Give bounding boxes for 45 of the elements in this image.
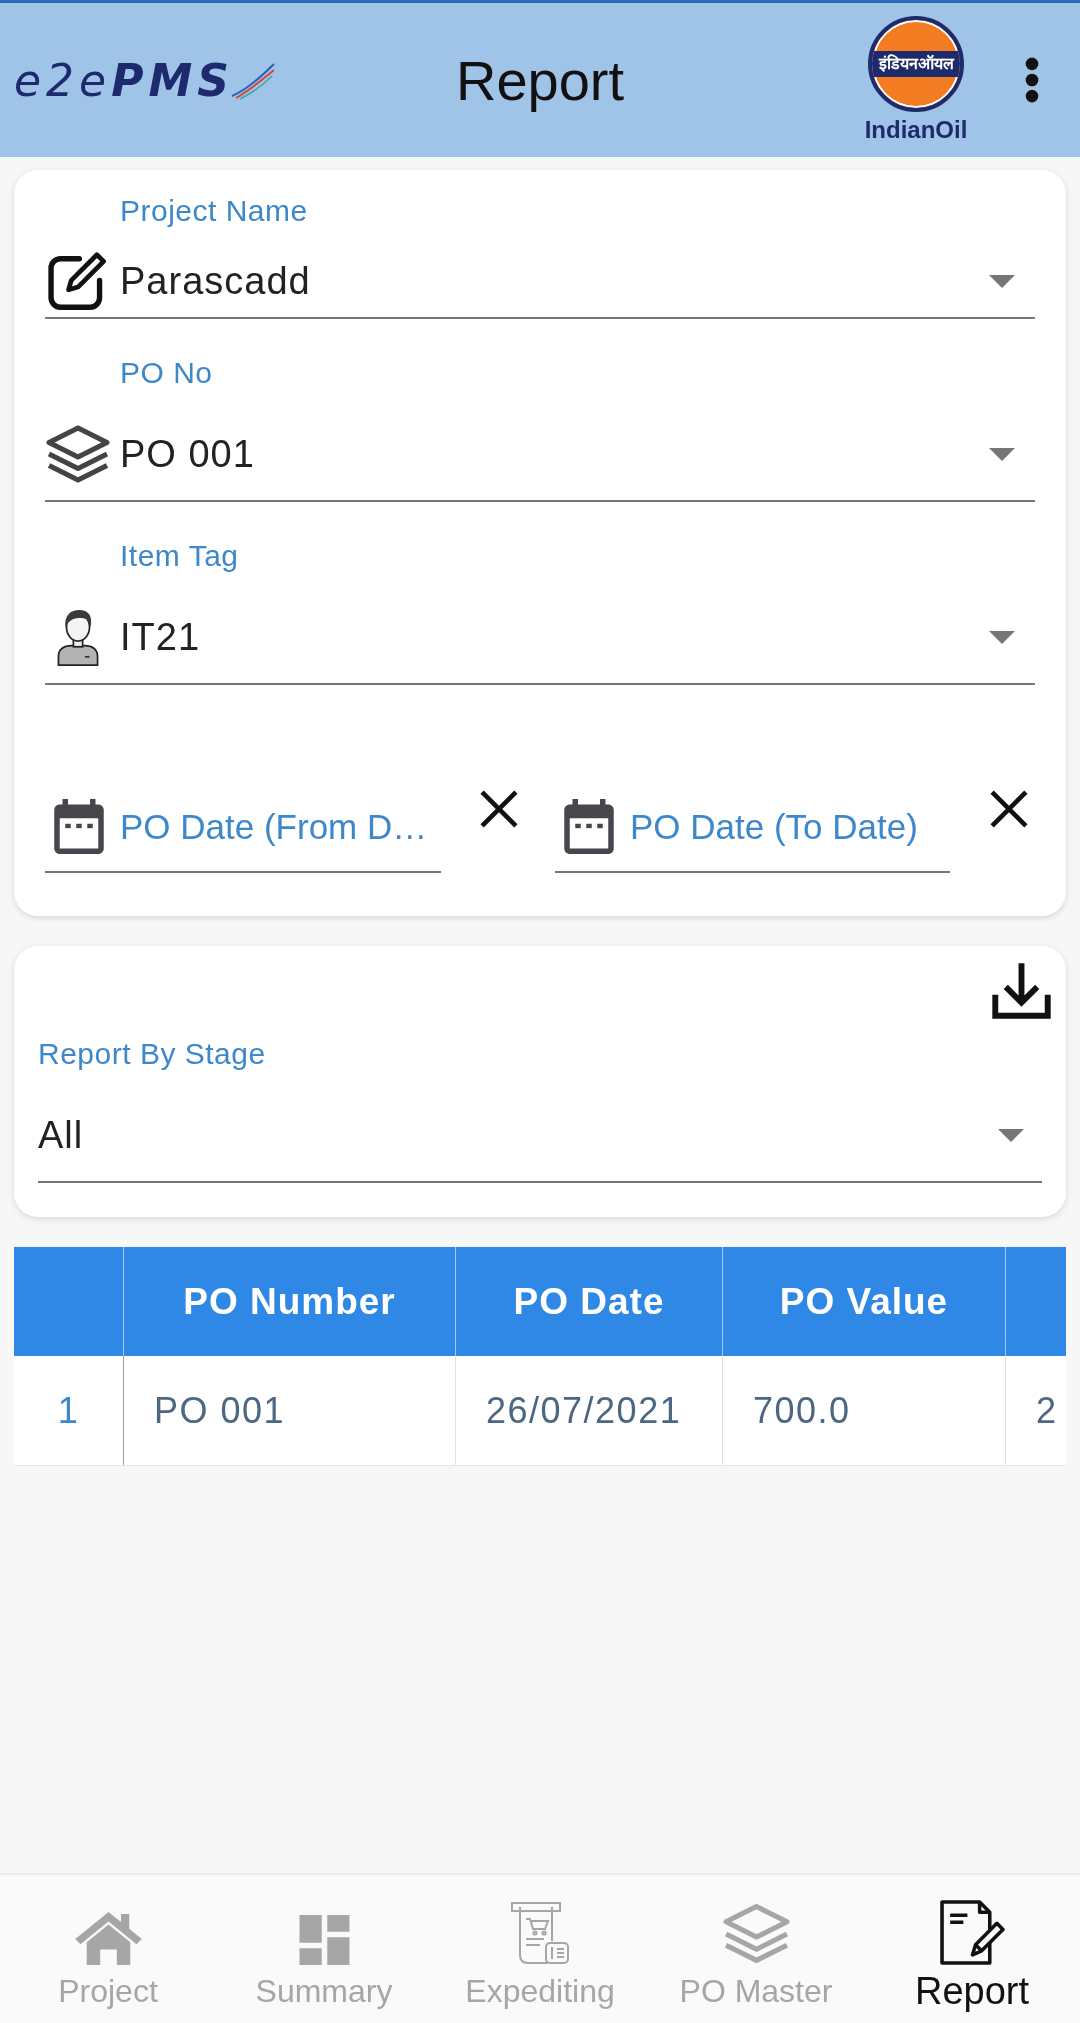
dropdown-caret-icon [989,274,1015,288]
close-icon[interactable] [480,790,518,828]
dropdown-caret-icon [989,447,1015,461]
dropdown-field[interactable]: PO No PO 001 [45,355,1035,502]
emblem-text: इंडियनऑयल [872,51,960,77]
close-icon[interactable] [990,790,1028,828]
layers-icon [722,1903,790,1965]
app-logo-text: e2ePMS [14,54,234,106]
column-header: PO Number [123,1247,455,1356]
dropdown-field[interactable]: Report By Stage All [38,1036,1042,1183]
table-cell: 26/07/2021 [455,1356,722,1465]
table-cell-text: 1 [56,1388,81,1433]
field-value: PO 001 [120,432,256,476]
swoosh-icon [229,60,276,100]
field-value: IT21 [120,615,202,659]
dropdown-field[interactable]: Project Name Parascadd [45,193,1035,319]
nav-tab[interactable]: Report [864,1875,1080,2023]
dropdown-caret-icon [989,630,1015,644]
date-field[interactable]: PO Date (To Date) [555,783,950,873]
field-value: Parascadd [120,259,312,303]
table-cell: 2 [1005,1356,1066,1465]
document-edit-icon [939,1900,1005,1965]
receipt-icon [510,1901,570,1965]
field-label: Report By Stage [38,1036,267,1072]
home-icon [74,1911,142,1965]
brand-name: IndianOil [864,116,968,144]
field-value: All [38,1113,85,1157]
field-label: PO No [119,355,214,391]
table-cell: 700.0 [722,1356,1005,1465]
field-label: Project Name [119,193,309,229]
calendar-icon [564,799,614,854]
column-header: PO Value [722,1247,1005,1356]
table-cell: PO 001 [123,1356,455,1465]
edit-icon [46,250,109,312]
field-label: Item Tag [119,538,240,574]
calendar-icon [54,799,104,854]
overflow-menu-icon[interactable] [1025,57,1039,103]
dropdown-caret-icon [998,1128,1024,1142]
page-title: Report [455,47,625,113]
date-field[interactable]: PO Date (From D… [45,783,441,873]
layers-icon [45,425,110,483]
dropdown-field[interactable]: Item Tag IT21 [45,538,1035,685]
download-icon[interactable] [991,960,1052,1019]
column-header: PO Date [455,1247,722,1356]
dashboard-icon [298,1915,350,1965]
